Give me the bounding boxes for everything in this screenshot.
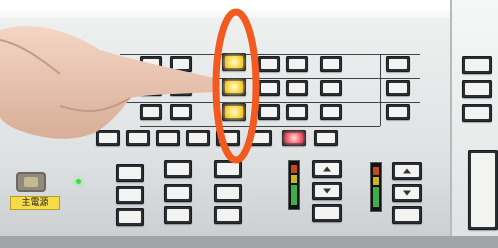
highlight-oval [212,8,260,164]
bottom-rail [0,236,498,248]
control-panel-photo: 主電源 [0,0,498,248]
